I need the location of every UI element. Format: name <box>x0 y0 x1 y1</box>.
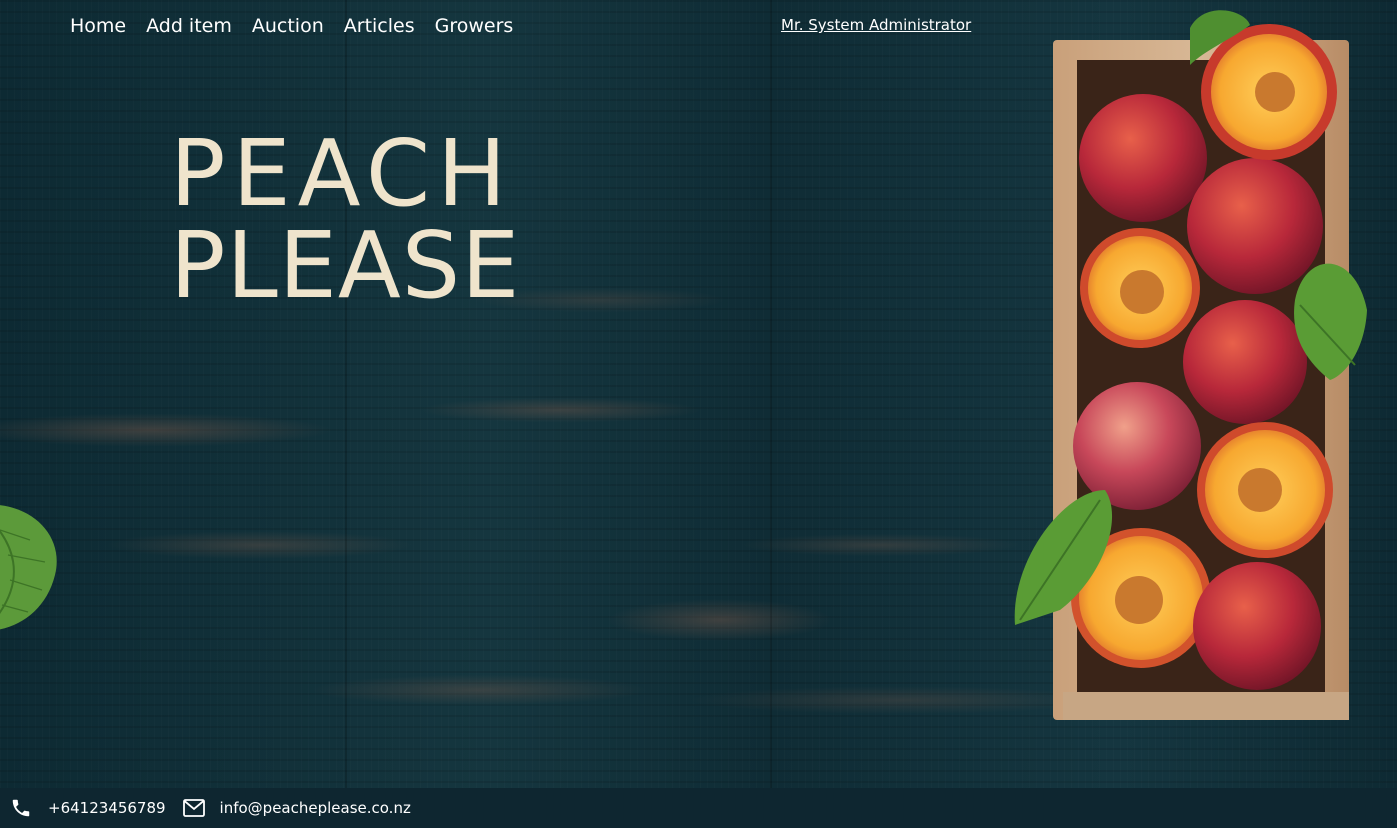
nav-add-item[interactable]: Add item <box>146 14 232 38</box>
contact-footer: +64123456789 info@peacheplease.co.nz <box>0 788 1397 828</box>
main-nav: Home Add item Auction Articles Growers <box>70 14 513 38</box>
nav-home[interactable]: Home <box>70 14 126 38</box>
wood-seam <box>345 0 347 788</box>
phone-icon <box>12 799 30 817</box>
hero-background: Home Add item Auction Articles Growers M… <box>0 0 1397 788</box>
brand-title: PEACH PLEASE <box>170 128 520 312</box>
brand-title-line2: PLEASE <box>170 212 521 319</box>
nav-articles[interactable]: Articles <box>344 14 415 38</box>
peach-crate-image <box>1014 10 1367 720</box>
nav-growers[interactable]: Growers <box>435 14 514 38</box>
nav-auction[interactable]: Auction <box>252 14 324 38</box>
phone-number[interactable]: +64123456789 <box>48 799 166 817</box>
email-address[interactable]: info@peacheplease.co.nz <box>220 799 411 817</box>
wood-seam <box>770 0 772 788</box>
leaf-decoration <box>0 505 57 630</box>
mail-icon <box>182 799 205 817</box>
user-account-link[interactable]: Mr. System Administrator <box>781 16 971 34</box>
brand-title-line1: PEACH <box>170 120 514 227</box>
